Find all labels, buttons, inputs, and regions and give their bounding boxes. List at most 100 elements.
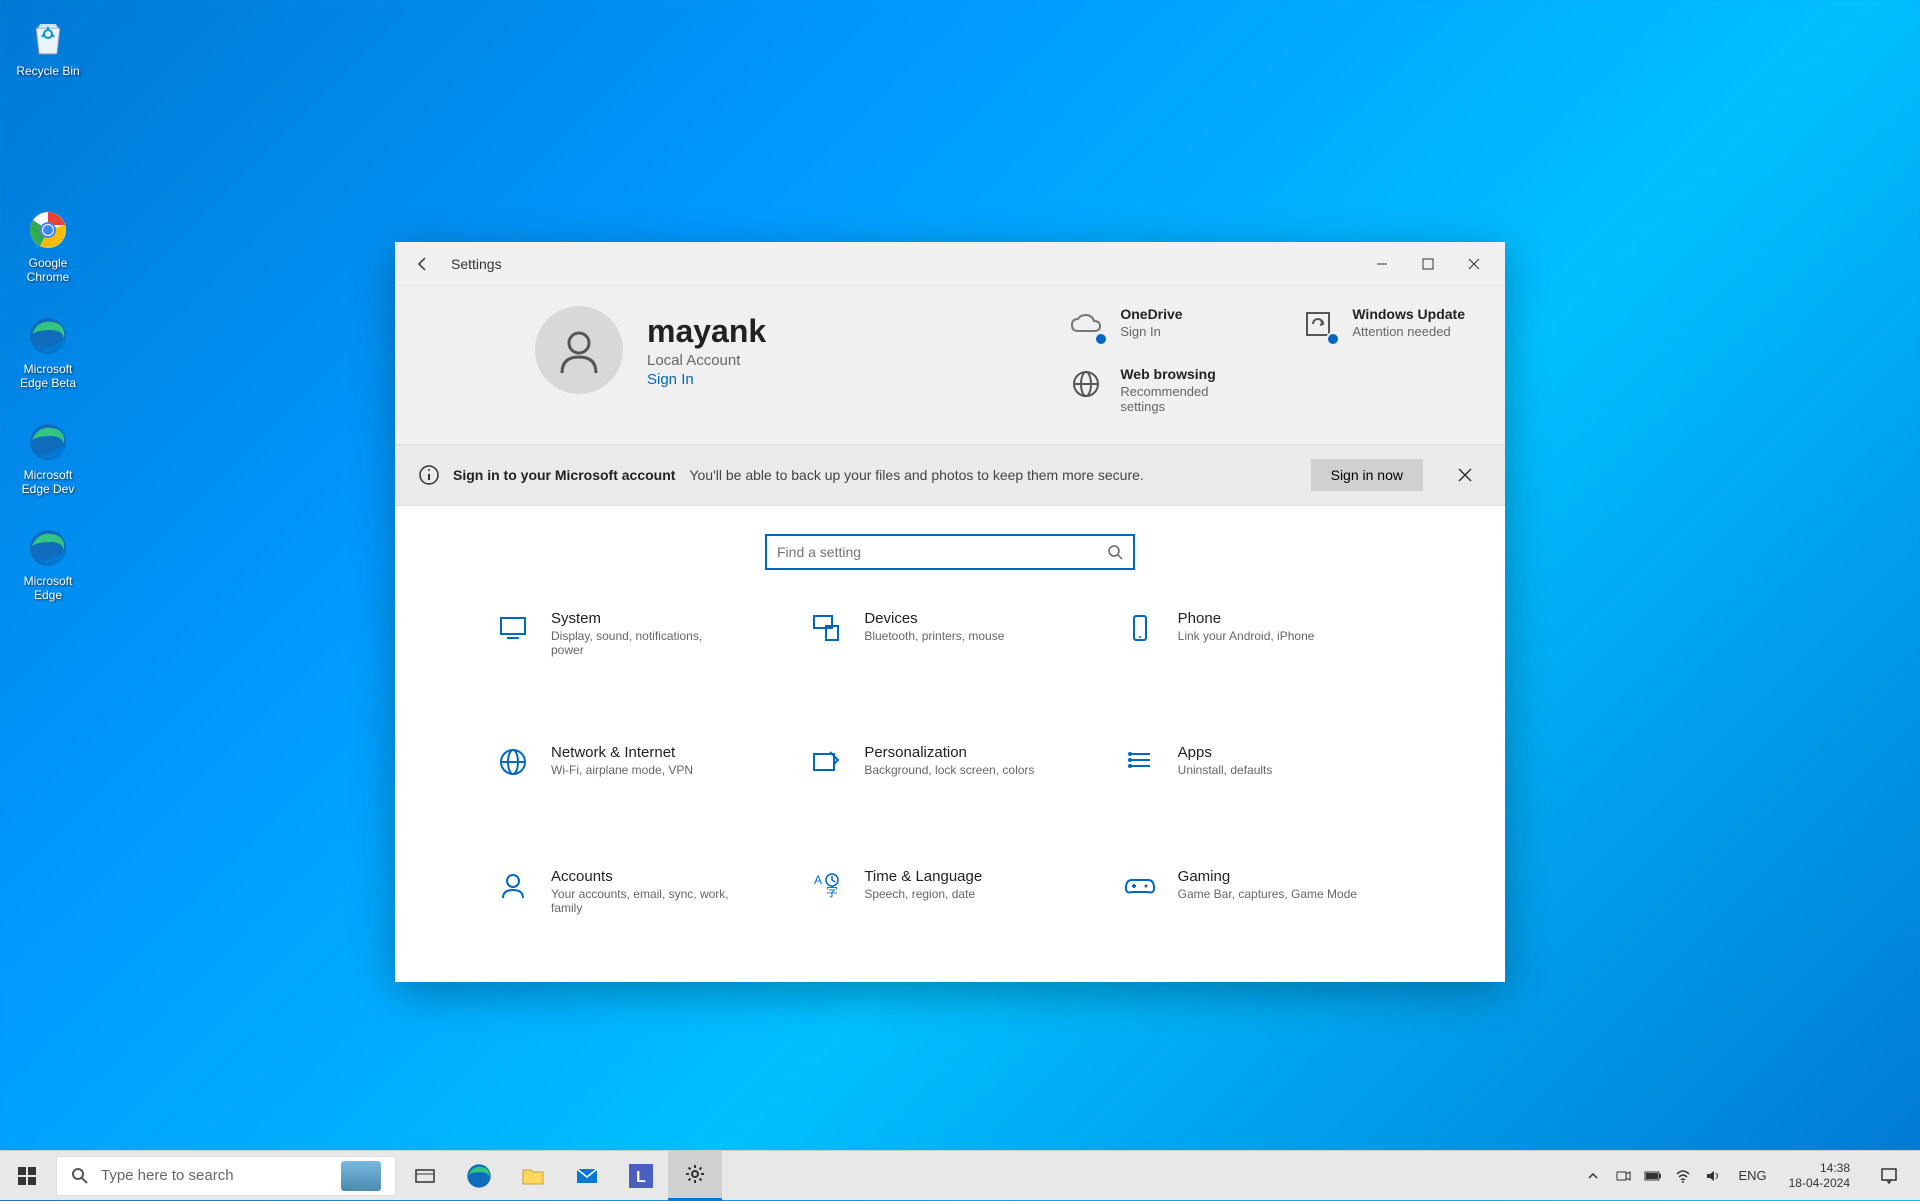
task-icons: L xyxy=(398,1151,722,1201)
banner-close-button[interactable] xyxy=(1449,459,1481,491)
category-gaming[interactable]: Gaming Game Bar, captures, Game Mode xyxy=(1122,868,1405,962)
windows-update-icon xyxy=(1300,306,1336,342)
category-apps[interactable]: Apps Uninstall, defaults xyxy=(1122,744,1405,827)
category-title: System xyxy=(551,610,731,627)
desktop-icon-recycle-bin[interactable]: Recycle Bin xyxy=(10,10,86,82)
status-tiles: OneDrive Sign In Web browsing Recommende… xyxy=(1068,306,1465,414)
user-avatar[interactable] xyxy=(535,306,623,394)
category-title: Devices xyxy=(864,610,1004,627)
globe-icon xyxy=(1068,366,1104,402)
accounts-icon xyxy=(495,868,531,904)
svg-text:L: L xyxy=(636,1169,646,1186)
search-highlight-icon xyxy=(341,1161,381,1191)
close-button[interactable] xyxy=(1451,242,1497,286)
system-tray: ENG 14:38 18-04-2024 xyxy=(1574,1151,1920,1201)
system-icon xyxy=(495,610,531,646)
category-devices[interactable]: Devices Bluetooth, printers, mouse xyxy=(808,610,1091,704)
user-block: mayank Local Account Sign In xyxy=(535,306,766,394)
settings-categories: System Display, sound, notifications, pow… xyxy=(395,590,1505,982)
banner-title: Sign in to your Microsoft account xyxy=(453,467,675,483)
category-title: Accounts xyxy=(551,868,731,885)
desktop-icon-edge-beta[interactable]: Microsoft Edge Beta xyxy=(10,308,86,394)
status-tile-onedrive[interactable]: OneDrive Sign In xyxy=(1068,306,1240,342)
edge-beta-icon xyxy=(24,312,72,360)
category-desc: Game Bar, captures, Game Mode xyxy=(1178,887,1357,901)
desktop-icon-chrome[interactable]: Google Chrome xyxy=(10,202,86,288)
category-system[interactable]: System Display, sound, notifications, pow… xyxy=(495,610,778,704)
svg-text:A: A xyxy=(814,873,822,887)
category-title: Phone xyxy=(1178,610,1315,627)
search-icon xyxy=(71,1167,89,1185)
category-desc: Wi-Fi, airplane mode, VPN xyxy=(551,763,693,777)
category-title: Gaming xyxy=(1178,868,1357,885)
tile-title: Windows Update xyxy=(1352,306,1465,322)
taskbar-explorer[interactable] xyxy=(506,1151,560,1201)
category-accounts[interactable]: Accounts Your accounts, email, sync, work… xyxy=(495,868,778,962)
clock-date: 18-04-2024 xyxy=(1789,1176,1850,1191)
settings-window: Settings mayank Local Account Sign In xyxy=(395,242,1505,982)
onedrive-icon xyxy=(1068,306,1104,342)
tray-wifi[interactable] xyxy=(1672,1151,1694,1201)
status-tile-web[interactable]: Web browsing Recommended settings xyxy=(1068,366,1240,414)
desktop-icon-edge[interactable]: Microsoft Edge xyxy=(10,520,86,606)
tray-volume[interactable] xyxy=(1702,1151,1724,1201)
tray-chevron[interactable] xyxy=(1582,1151,1604,1201)
task-view-button[interactable] xyxy=(398,1151,452,1201)
category-desc: Your accounts, email, sync, work, family xyxy=(551,887,731,915)
minimize-button[interactable] xyxy=(1359,242,1405,286)
apps-icon xyxy=(1122,744,1158,780)
category-desc: Background, lock screen, colors xyxy=(864,763,1034,777)
signin-now-button[interactable]: Sign in now xyxy=(1311,459,1423,491)
edge-dev-icon xyxy=(24,418,72,466)
tray-language[interactable]: ENG xyxy=(1732,1168,1772,1183)
taskbar-search-placeholder: Type here to search xyxy=(101,1167,329,1184)
category-desc: Bluetooth, printers, mouse xyxy=(864,629,1004,643)
network-icon xyxy=(495,744,531,780)
desktop-icon-label: Recycle Bin xyxy=(16,64,79,78)
status-tile-update[interactable]: Windows Update Attention needed xyxy=(1300,306,1465,414)
category-phone[interactable]: PhoneLink your Android, iPhone xyxy=(1122,610,1405,704)
category-desc: Display, sound, notifications, power xyxy=(551,629,731,657)
category-desc: Uninstall, defaults xyxy=(1178,763,1273,777)
settings-search-box[interactable] xyxy=(765,534,1135,570)
tile-sub: Recommended settings xyxy=(1120,384,1240,414)
back-button[interactable] xyxy=(403,244,443,284)
category-time-language[interactable]: A字 Time & LanguageSpeech, region, date xyxy=(808,868,1091,962)
tray-clock[interactable]: 14:38 18-04-2024 xyxy=(1781,1161,1858,1191)
search-icon xyxy=(1107,544,1123,560)
signin-banner: Sign in to your Microsoft account You'll… xyxy=(395,444,1505,506)
desktop-icon-edge-dev[interactable]: Microsoft Edge Dev xyxy=(10,414,86,500)
taskbar: Type here to search L ENG 14:38 18-04-20… xyxy=(0,1150,1920,1200)
taskbar-settings[interactable] xyxy=(668,1151,722,1201)
account-type: Local Account xyxy=(647,352,766,369)
personalization-icon xyxy=(808,744,844,780)
category-title: Time & Language xyxy=(864,868,982,885)
signin-link[interactable]: Sign In xyxy=(647,371,766,388)
tray-meet-now[interactable] xyxy=(1612,1151,1634,1201)
edge-icon xyxy=(24,524,72,572)
category-title: Network & Internet xyxy=(551,744,693,761)
taskbar-search[interactable]: Type here to search xyxy=(56,1156,396,1196)
desktop-icon-label: Google Chrome xyxy=(14,256,82,284)
user-info: mayank Local Account Sign In xyxy=(647,313,766,388)
taskbar-app-l[interactable]: L xyxy=(614,1151,668,1201)
taskbar-edge[interactable] xyxy=(452,1151,506,1201)
settings-search-input[interactable] xyxy=(777,544,1107,560)
tray-battery[interactable] xyxy=(1642,1151,1664,1201)
category-title: Apps xyxy=(1178,744,1273,761)
desktop-icon-label: Microsoft Edge Dev xyxy=(14,468,82,496)
start-button[interactable] xyxy=(0,1151,54,1201)
category-title: Personalization xyxy=(864,744,1034,761)
gaming-icon xyxy=(1122,868,1158,904)
maximize-button[interactable] xyxy=(1405,242,1451,286)
devices-icon xyxy=(808,610,844,646)
taskbar-mail[interactable] xyxy=(560,1151,614,1201)
tray-notifications[interactable] xyxy=(1866,1151,1912,1201)
clock-time: 14:38 xyxy=(1789,1161,1850,1176)
tile-sub: Attention needed xyxy=(1352,324,1465,339)
category-network[interactable]: Network & Internet Wi-Fi, airplane mode, … xyxy=(495,744,778,827)
banner-text: You'll be able to back up your files and… xyxy=(689,467,1143,483)
tile-sub: Sign In xyxy=(1120,324,1182,339)
category-personalization[interactable]: Personalization Background, lock screen, … xyxy=(808,744,1091,827)
category-desc: Speech, region, date xyxy=(864,887,982,901)
